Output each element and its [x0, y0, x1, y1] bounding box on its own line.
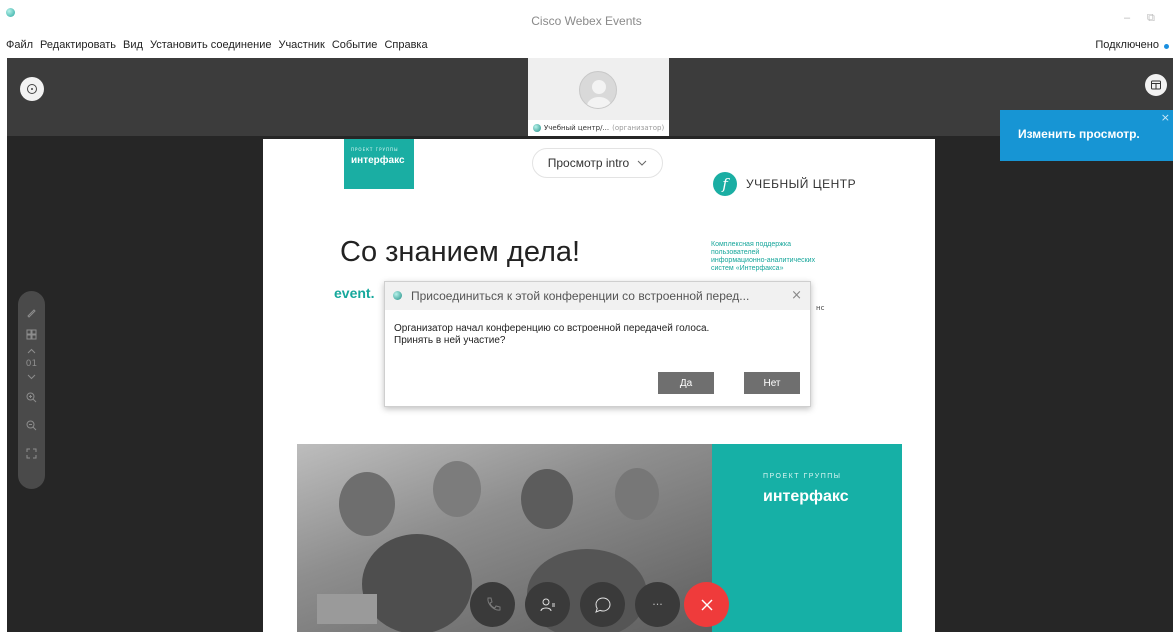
- chevron-up-icon: [27, 348, 36, 354]
- grid-icon: [26, 329, 37, 339]
- participant-label: Учебный центр/... (организатор): [528, 120, 669, 136]
- support-line: Комплексная поддержка: [711, 241, 791, 248]
- slide-text-fragment: нс: [816, 304, 825, 312]
- presenter-status-icon: [533, 124, 541, 132]
- previous-page-button[interactable]: [18, 345, 45, 357]
- leave-meeting-button[interactable]: [684, 582, 729, 627]
- training-center-logo-icon: f: [713, 172, 737, 196]
- next-page-button[interactable]: [18, 371, 45, 383]
- zoom-toolbar: 01: [18, 291, 45, 489]
- fit-to-screen-button[interactable]: [18, 439, 45, 467]
- annotate-button[interactable]: [18, 301, 45, 323]
- tooltip-close-button[interactable]: ×: [1161, 111, 1170, 124]
- dialog-message: Организатор начал конференцию со встроен…: [394, 323, 709, 347]
- window-title: Cisco Webex Events: [531, 14, 642, 28]
- webex-window: Cisco Webex Events – ⧉ Файл Редактироват…: [0, 0, 1173, 632]
- participants-icon: [540, 598, 555, 611]
- title-bar: Cisco Webex Events – ⧉: [0, 0, 1173, 34]
- logo-word: интерфакс: [351, 155, 405, 166]
- support-line: информационно-аналитических: [711, 257, 816, 264]
- support-text: Комплексная поддержка пользователей инфо…: [711, 241, 861, 273]
- interfax-panel: ПРОЕКТ ГРУППЫ интерфакс: [712, 444, 902, 632]
- person-icon: [587, 80, 611, 108]
- pen-icon: [27, 308, 36, 318]
- chevron-down-icon: [27, 374, 36, 380]
- menu-view[interactable]: Вид: [123, 39, 143, 51]
- dialog-title: Присоединиться к этой конференции со вст…: [411, 289, 750, 303]
- participant-thumbnail[interactable]: Учебный центр/... (организатор): [528, 58, 669, 136]
- chevron-down-icon: [637, 160, 647, 166]
- dialog-close-button[interactable]: ×: [791, 288, 802, 303]
- chat-button[interactable]: [580, 582, 625, 627]
- close-icon: [701, 599, 712, 610]
- change-layout-button[interactable]: [1145, 74, 1167, 96]
- no-button[interactable]: Нет: [744, 372, 800, 394]
- zoom-out-button[interactable]: [18, 411, 45, 439]
- event-text: event.: [334, 285, 375, 301]
- fullscreen-icon: [26, 448, 37, 458]
- slide-headline: Со знанием дела!: [340, 236, 581, 268]
- zoom-out-icon: [26, 420, 37, 430]
- dialog-title-bar: Присоединиться к этой конференции со вст…: [385, 282, 810, 310]
- view-select-label: Просмотр intro: [547, 156, 630, 170]
- yes-button[interactable]: Да: [658, 372, 714, 394]
- more-options-button[interactable]: ···: [635, 582, 680, 627]
- view-select-dropdown[interactable]: Просмотр intro: [532, 148, 663, 178]
- dialog-message-line: Организатор начал конференцию со встроен…: [394, 323, 710, 334]
- participant-role: (организатор): [612, 124, 665, 132]
- join-audio-dialog: Присоединиться к этой конференции со вст…: [384, 281, 811, 407]
- avatar: [579, 71, 617, 109]
- meeting-info-button[interactable]: [20, 77, 44, 101]
- zoom-in-button[interactable]: [18, 383, 45, 411]
- interfax-logo: ПРОЕКТ ГРУППЫ интерфакс: [344, 139, 414, 189]
- phone-icon: [486, 597, 500, 611]
- menu-connect[interactable]: Установить соединение: [150, 39, 272, 51]
- menu-file[interactable]: Файл: [6, 39, 33, 51]
- logo-small-text: ПРОЕКТ ГРУППЫ: [351, 147, 399, 152]
- minimize-button[interactable]: –: [1124, 12, 1130, 24]
- panel-small-text: ПРОЕКТ ГРУППЫ: [763, 473, 842, 480]
- info-icon: [27, 84, 37, 94]
- connection-status: Подключено: [1095, 39, 1159, 51]
- menu-edit[interactable]: Редактировать: [40, 39, 116, 51]
- menu-participant[interactable]: Участник: [278, 39, 324, 51]
- training-center-text: УЧЕБНЫЙ ЦЕНТР: [746, 177, 857, 191]
- page-number: 01: [25, 359, 38, 369]
- participants-button[interactable]: [525, 582, 570, 627]
- audio-button[interactable]: [470, 582, 515, 627]
- menu-bar: Файл Редактировать Вид Установить соедин…: [0, 34, 1173, 58]
- thumbnails-button[interactable]: [18, 323, 45, 345]
- panel-logo-word: интерфакс: [763, 488, 849, 505]
- layout-icon: [1151, 80, 1161, 90]
- support-line: систем «Интерфакса»: [711, 265, 784, 272]
- tooltip-text: Изменить просмотр.: [1018, 127, 1140, 141]
- chat-icon: [594, 596, 611, 613]
- participant-name: Учебный центр/...: [544, 124, 610, 132]
- connection-dot-icon: [1164, 44, 1169, 49]
- support-line: пользователей: [711, 249, 760, 256]
- webex-logo-icon: [393, 291, 402, 300]
- menu-help[interactable]: Справка: [384, 39, 427, 51]
- zoom-in-icon: [26, 392, 37, 402]
- dialog-message-line: Принять в ней участие?: [394, 335, 506, 346]
- change-view-tooltip: Изменить просмотр. ×: [1000, 110, 1173, 161]
- menu-event[interactable]: Событие: [332, 39, 378, 51]
- restore-button[interactable]: ⧉: [1147, 12, 1155, 25]
